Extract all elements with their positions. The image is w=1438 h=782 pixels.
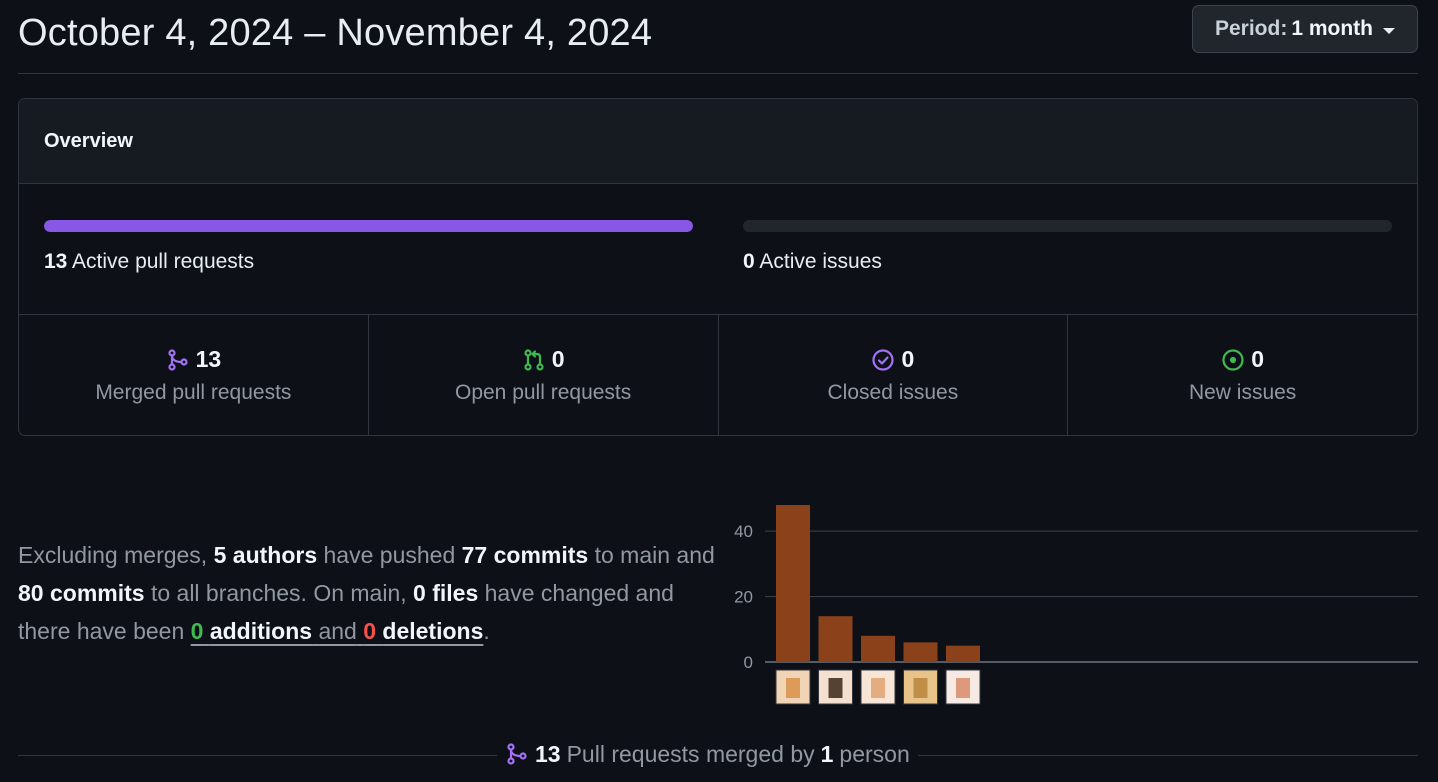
stat-closed-issues[interactable]: 0 Closed issues	[719, 315, 1069, 435]
git-merge-icon	[167, 348, 188, 371]
active-prs-label: Active pull requests	[72, 250, 255, 273]
pulse-page: October 4, 2024 – November 4, 2024 Perio…	[0, 0, 1438, 782]
new-issues-count: 0	[1251, 346, 1265, 372]
summary-text: Excluding merges,	[18, 542, 208, 568]
active-prs-bar	[44, 220, 693, 232]
merged-count: 13	[535, 740, 561, 767]
closed-issues-label: Closed issues	[827, 381, 959, 404]
additions-count: 0	[190, 618, 204, 644]
period-label: Period:	[1214, 17, 1288, 40]
active-prs-link[interactable]: 13 Active pull requests	[44, 250, 254, 274]
active-prs-count: 13	[44, 250, 68, 273]
new-issues-label: New issues	[1188, 381, 1297, 404]
stat-new-issues[interactable]: 0 New issues	[1068, 315, 1417, 435]
y-tick-label: 40	[734, 522, 753, 541]
issue-opened-icon	[1222, 348, 1244, 371]
git-pull-request-icon	[524, 348, 544, 371]
avatar-pattern	[913, 678, 928, 698]
summary-text: to main and	[594, 542, 715, 568]
merged-prs-label: Merged pull requests	[95, 381, 292, 404]
additions-label: additions	[209, 618, 313, 644]
commits-all-count: 80 commits	[18, 580, 145, 606]
active-prs-bar-fill	[44, 220, 693, 232]
active-issues-count: 0	[743, 250, 755, 273]
closed-issues-count: 0	[901, 346, 915, 372]
summary-text: and	[318, 618, 357, 644]
bar[interactable]	[903, 642, 938, 662]
deletions-count: 0	[363, 618, 377, 644]
summary-text: to all branches. On main,	[150, 580, 407, 606]
avatar-pattern	[828, 678, 843, 698]
summary-text: .	[483, 618, 490, 644]
bar[interactable]	[776, 505, 810, 662]
files-count: 0 files	[413, 580, 479, 606]
active-issues-link[interactable]: 0 Active issues	[743, 250, 882, 274]
issue-closed-icon	[872, 348, 895, 371]
header: October 4, 2024 – November 4, 2024 Perio…	[18, 0, 1418, 74]
active-issues-bar	[743, 220, 1392, 232]
summary-text: have pushed	[323, 542, 456, 568]
bar[interactable]	[818, 616, 853, 662]
stat-open-prs[interactable]: 0 Open pull requests	[369, 315, 719, 435]
merged-prs-heading: 13 Pull requests merged by 1 person	[497, 736, 918, 772]
y-tick-label: 20	[734, 588, 753, 607]
deletions-label: deletions	[382, 618, 484, 644]
open-prs-label: Open pull requests	[454, 381, 632, 404]
active-issues-label: Active issues	[759, 250, 882, 273]
stat-merged-prs[interactable]: 13 Merged pull requests	[19, 315, 369, 435]
avatar-pattern	[871, 678, 885, 698]
commit-summary: Excluding merges, 5 authors have pushed …	[18, 536, 718, 650]
commits-by-author-chart: 0 20 40	[734, 505, 1418, 705]
merged-text: Pull requests merged by	[566, 740, 815, 767]
bar[interactable]	[861, 635, 895, 662]
caret-down-icon	[1383, 27, 1395, 34]
period-dropdown-button[interactable]: Period: 1 month	[1192, 5, 1418, 53]
overview-panel: Overview 13 Active pull requests 0 Activ…	[18, 98, 1418, 436]
authors-count: 5 authors	[213, 542, 318, 568]
y-tick-label: 0	[744, 653, 753, 672]
people-count: 1	[820, 740, 834, 767]
merged-prs-count: 13	[195, 346, 222, 372]
additions-deletions-link[interactable]: 0 additions and 0 deletions	[191, 618, 484, 644]
activity-bars: 13 Active pull requests 0 Active issues	[19, 184, 1417, 315]
bar[interactable]	[946, 645, 980, 662]
avatar-pattern	[956, 678, 970, 698]
open-prs-count: 0	[551, 346, 565, 372]
period-value: 1 month	[1291, 17, 1373, 40]
people-text: person	[839, 740, 910, 767]
overview-title: Overview	[19, 99, 1417, 184]
stats-row: 13 Merged pull requests 0 Open pull requ…	[19, 315, 1417, 435]
avatar-pattern	[786, 678, 800, 698]
date-range-title: October 4, 2024 – November 4, 2024	[18, 12, 653, 54]
git-merge-icon	[507, 743, 527, 765]
commits-main-count: 77 commits	[461, 542, 589, 568]
